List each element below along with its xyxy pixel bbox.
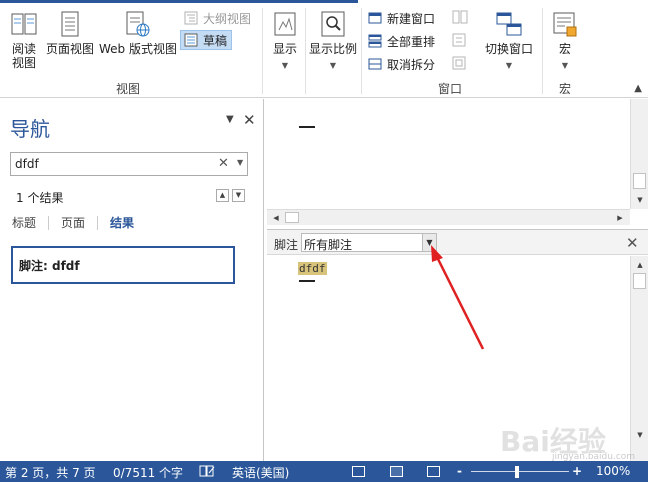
proofing-icon[interactable] [199,464,215,481]
language-indicator[interactable]: 英语(美国) [232,464,289,481]
zoom-slider-thumb[interactable] [515,466,519,478]
zoom-in-button[interactable]: + [572,464,582,478]
annotation-arrow [431,245,485,350]
read-mode-view-icon[interactable] [352,466,365,477]
zoom-out-button[interactable]: - [457,464,462,478]
word-count[interactable]: 0/7511 个字 [113,464,183,481]
print-layout-view-icon[interactable] [390,466,403,477]
web-layout-view-icon[interactable] [427,466,440,477]
zoom-slider-track[interactable] [471,471,569,472]
zoom-level[interactable]: 100% [596,464,630,478]
status-bar: 第 2 页，共 7 页 0/7511 个字 英语(美国) - + 100% [0,461,648,482]
page-count[interactable]: 第 2 页，共 7 页 [5,464,96,481]
